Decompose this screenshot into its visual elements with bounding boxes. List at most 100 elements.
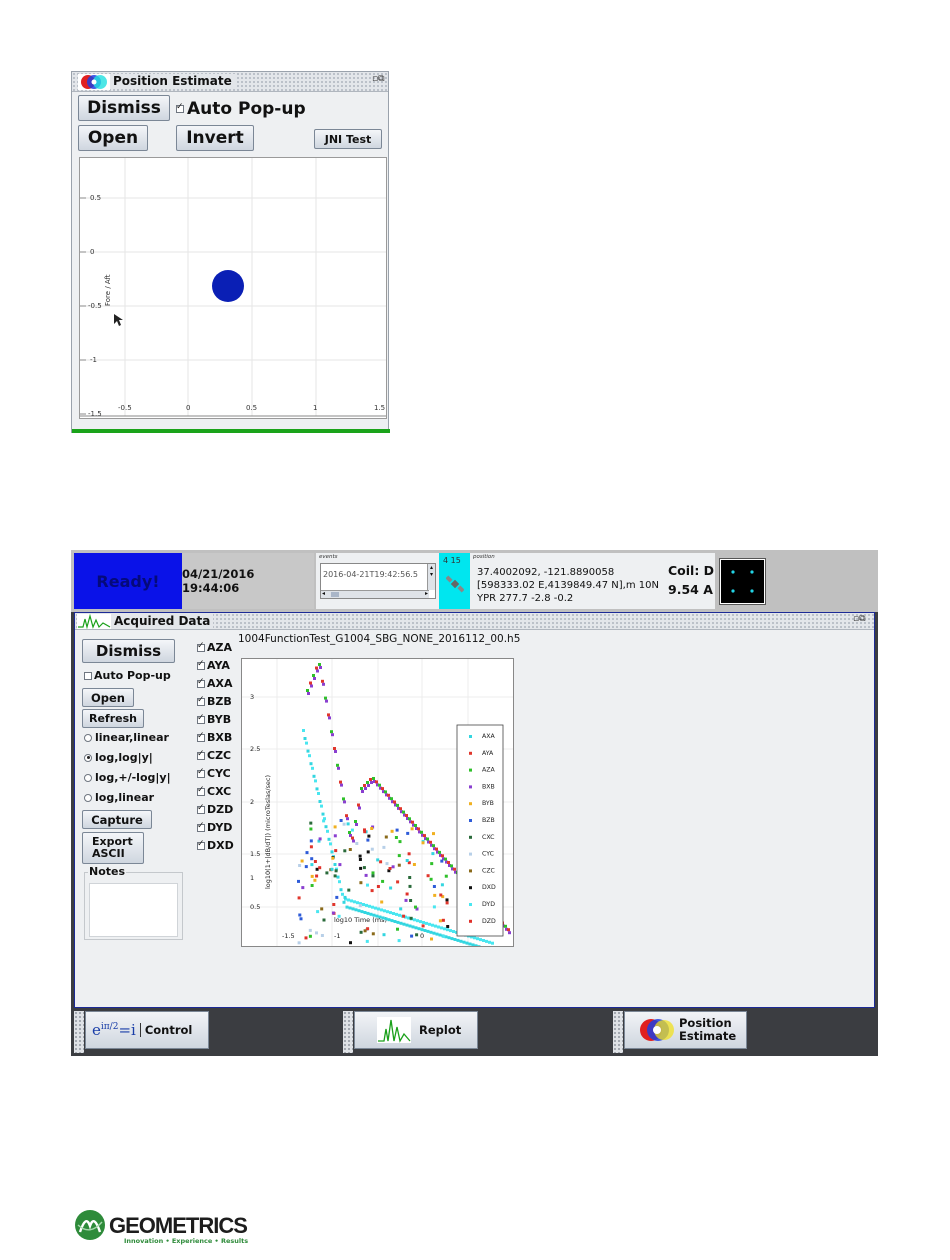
maximize-icon[interactable]: ▫⧉ [372,74,385,84]
decay-point [392,912,395,915]
decay-point [330,730,333,734]
legend-label: BXB [482,783,495,790]
decay-point [343,800,346,804]
channel-checkbox-cxc[interactable]: CXC [197,785,231,798]
legend-swatch [469,852,472,856]
channel-checkbox-czc[interactable]: CZC [197,749,231,762]
position-label-line2: Estimate [679,1029,737,1043]
position-estimate-button[interactable]: Position Estimate [624,1011,747,1049]
decay-point [298,913,302,917]
auto-popup-checkbox[interactable]: Auto Pop-up [176,99,306,119]
decay-point [312,774,316,778]
decay-point [474,944,478,948]
checkbox-checked-icon[interactable] [197,749,205,760]
scale-option-log-log[interactable]: log,log|y| [84,751,153,764]
checkbox-checked-icon[interactable] [197,695,205,706]
scale-option-log-plusminus-log[interactable]: log,+/-log|y| [84,771,171,784]
decay-point [331,733,334,737]
scale-option-linear-linear[interactable]: linear,linear [84,731,169,744]
channel-checkbox-dxd[interactable]: DXD [197,839,234,852]
replot-button[interactable]: Replot [354,1011,478,1049]
decay-point [450,864,453,868]
drag-handle[interactable] [74,1011,84,1053]
decay-point [396,927,399,931]
decay-point [313,878,317,882]
decay-plot[interactable]: 3 2.5 2 1.5 1 0.5 -1.5 -1 0 log10(1+|dB/… [241,658,514,953]
checkbox-checked-icon[interactable] [197,641,205,652]
jni-test-button[interactable]: JNI Test [314,129,382,149]
checkbox-checked-icon[interactable] [197,821,205,832]
checkbox-checked-icon[interactable] [197,713,205,724]
events-list[interactable]: 2016-04-21T19:42:56.5 ▴ ▾ ◂ ▸ [320,563,436,599]
decay-point [363,784,366,787]
notes-textarea[interactable] [89,883,178,937]
legend-swatch [469,903,472,906]
channel-checkbox-aza[interactable]: AZA [197,641,232,654]
channel-checkbox-dzd[interactable]: DZD [197,803,233,816]
decay-point [354,820,357,823]
channel-checkbox-bxb[interactable]: BXB [197,731,232,744]
maximize-icon[interactable]: ▫⧉ [853,614,866,624]
scale-option-label: log,+/-log|y| [95,771,171,784]
replot-label: Replot [419,1023,462,1037]
decay-point [430,862,434,866]
checkbox-checked-icon[interactable] [197,785,205,796]
radio-unselected-icon[interactable] [84,773,92,782]
drag-handle[interactable] [613,1011,623,1053]
decay-point [302,729,305,732]
control-button[interactable]: eiπ/2=i Control [85,1011,209,1049]
channel-checkbox-aya[interactable]: AYA [197,659,230,672]
taskbar: eiπ/2=i Control Replot Position Estimate [71,1008,878,1056]
decay-point [416,919,419,923]
decay-point [310,884,314,887]
checkbox-checked-icon[interactable] [176,102,184,113]
x-tick: 0 [186,404,190,412]
dismiss-button[interactable]: Dismiss [78,95,170,121]
open-button[interactable]: Open [82,688,134,707]
channel-checkbox-bzb[interactable]: BZB [197,695,232,708]
dismiss-button[interactable]: Dismiss [82,639,175,663]
radio-unselected-icon[interactable] [84,793,92,802]
acquired-data-titlebar[interactable]: Acquired Data ▫⧉ [75,613,874,630]
decay-point [370,847,374,851]
decay-plot-canvas[interactable]: 3 2.5 2 1.5 1 0.5 -1.5 -1 0 log10(1+|dB/… [242,659,513,953]
checkbox-checked-icon[interactable] [197,677,205,688]
position-plot-canvas[interactable]: 0.5 0 -0.5 -1 -1.5 -0.5 0 0.5 1 1.5 Fore… [80,158,386,418]
legend-label: AYA [482,750,494,757]
invert-button[interactable]: Invert [176,125,254,151]
decay-point [339,780,342,784]
decay-point [361,790,364,793]
acquired-data-window: Acquired Data ▫⧉ Dismiss Auto Pop-up Ope… [74,612,875,1008]
position-plot[interactable]: 0.5 0 -0.5 -1 -1.5 -0.5 0 0.5 1 1.5 Fore… [79,157,387,419]
decay-point [358,806,361,810]
radio-selected-icon[interactable] [84,753,92,762]
refresh-button[interactable]: Refresh [82,709,144,728]
auto-popup-checkbox[interactable]: Auto Pop-up [84,669,171,682]
decay-point [485,939,488,943]
capture-button[interactable]: Capture [82,810,152,829]
drag-handle[interactable] [343,1011,353,1053]
checkbox-checked-icon[interactable] [197,659,205,670]
channel-checkbox-cyc[interactable]: CYC [197,767,231,780]
decay-point [308,754,311,758]
checkbox-checked-icon[interactable] [197,767,205,778]
position-estimate-titlebar[interactable]: Position Estimate ▫⧉ [72,72,388,92]
checkbox-unchecked-icon[interactable] [84,671,92,680]
checkbox-checked-icon[interactable] [197,839,205,850]
channel-checkbox-axa[interactable]: AXA [197,677,233,690]
scale-option-log-linear[interactable]: log,linear [84,791,154,804]
decay-point [479,938,482,942]
decay-point [507,928,510,932]
export-ascii-button[interactable]: Export ASCII [82,832,144,864]
radio-unselected-icon[interactable] [84,733,92,742]
decay-point [423,834,426,838]
decay-point [411,925,415,929]
events-vertical-scrollbar[interactable]: ▴ ▾ [427,564,435,590]
events-horizontal-scrollbar[interactable]: ◂ ▸ [321,590,429,598]
checkbox-checked-icon[interactable] [197,803,205,814]
channel-checkbox-dyd[interactable]: DYD [197,821,232,834]
decay-point [334,869,338,873]
channel-checkbox-byb[interactable]: BYB [197,713,231,726]
open-button[interactable]: Open [78,125,148,151]
checkbox-checked-icon[interactable] [197,731,205,742]
